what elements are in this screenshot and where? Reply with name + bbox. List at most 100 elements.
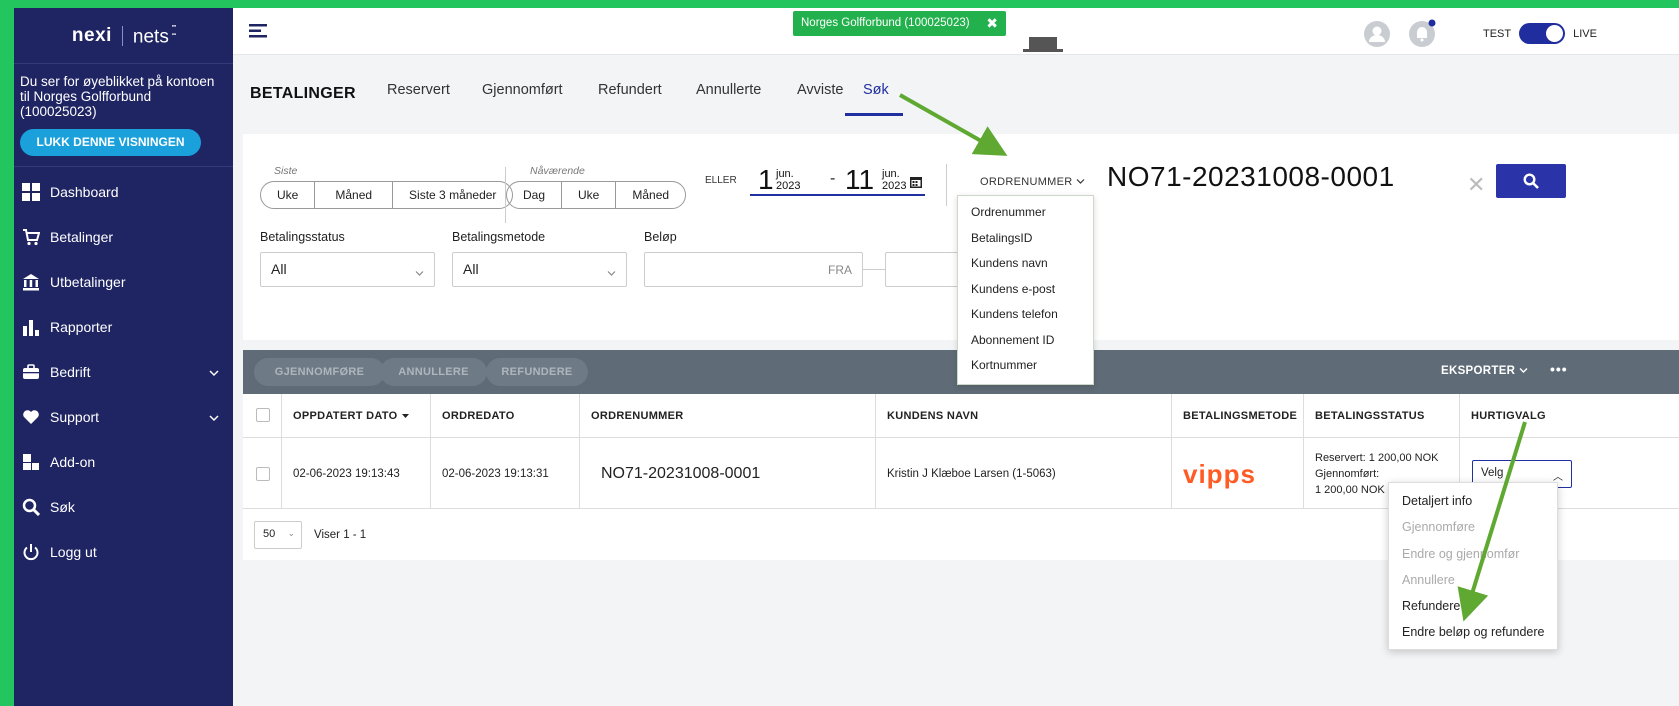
hamburger-menu-icon[interactable] (249, 24, 267, 41)
bell-icon[interactable] (1408, 18, 1438, 51)
cart-icon (20, 227, 42, 247)
menu-item-card-number[interactable]: Kortnummer (958, 355, 1093, 381)
current-day-option[interactable]: Dag (507, 182, 563, 208)
more-options-icon[interactable]: ••• (1550, 361, 1568, 377)
quick-edit-amount-refund[interactable]: Endre beløp og refundere (1389, 619, 1557, 645)
sidebar-item-dashboard[interactable]: Dashboard (14, 169, 233, 214)
cell-order-number[interactable]: NO71-20231008-0001 (601, 439, 760, 509)
bank-icon (20, 272, 42, 292)
page-size-select[interactable]: 50 ⌄ (254, 521, 302, 549)
sidebar-item-addon[interactable]: Add-on (14, 439, 233, 484)
date-range-picker[interactable]: 1 jun. 2023 - 11 jun. 2023 (750, 164, 925, 196)
search-input[interactable]: NO71-20231008-0001 (1107, 161, 1395, 193)
search-field-select[interactable]: ORDRENUMMER (980, 176, 1085, 188)
menu-item-payment-id[interactable]: BetalingsID (958, 228, 1093, 254)
col-updated-date[interactable]: OPPDATERT DATO (293, 394, 410, 438)
row-checkbox[interactable] (256, 439, 270, 509)
env-test-label: TEST (1483, 27, 1512, 40)
close-view-button[interactable]: LUKK DENNE VISNINGEN (20, 129, 201, 156)
chevron-down-icon (415, 264, 424, 280)
menu-item-customer-name[interactable]: Kundens navn (958, 253, 1093, 279)
cell-order-date: 02-06-2023 19:13:31 (442, 468, 549, 480)
date-from-day: 1 (758, 164, 774, 195)
search-button[interactable] (1496, 164, 1566, 198)
method-select[interactable]: All (452, 252, 627, 287)
chevron-down-icon: ⌄ (287, 528, 295, 538)
col-order-number[interactable]: ORDRENUMMER (591, 394, 684, 438)
env-toggle[interactable] (1519, 23, 1566, 44)
cancel-button[interactable]: ANNULLERE (380, 358, 487, 386)
last-3-months-option[interactable]: Siste 3 måneder (393, 182, 512, 208)
tabs-bar: BETALINGER Reservert Gjennomført Refunde… (233, 55, 1679, 127)
sidebar-item-sok[interactable]: Søk (14, 484, 233, 529)
date-to-month: jun. 2023 (882, 168, 907, 192)
col-customer-name[interactable]: KUNDENS NAVN (887, 394, 978, 438)
sidebar-item-bedrift[interactable]: Bedrift (14, 349, 233, 394)
search-icon (20, 497, 42, 517)
status-label: Betalingsstatus (260, 230, 345, 244)
sidebar-item-betalinger[interactable]: Betalinger (14, 214, 233, 259)
tab-reservert[interactable]: Reservert (387, 82, 450, 98)
current-month-option[interactable]: Måned (616, 182, 685, 208)
sidebar-item-label: Betalinger (50, 228, 114, 245)
current-week-option[interactable]: Uke (562, 182, 617, 208)
table-header: OPPDATERT DATO ORDREDATO ORDRENUMMER KUN… (243, 394, 1679, 438)
tab-annullerte[interactable]: Annullerte (696, 82, 761, 98)
close-org-icon[interactable]: ✖ (986, 11, 998, 36)
power-icon (20, 542, 42, 562)
sidebar-item-label: Add-on (50, 453, 96, 470)
sidebar-item-logout[interactable]: Logg ut (14, 529, 233, 574)
amount-from-input[interactable]: FRA (644, 252, 863, 287)
menu-item-customer-email[interactable]: Kundens e-post (958, 279, 1093, 305)
menu-item-order-number[interactable]: Ordrenummer (958, 202, 1093, 228)
environment-switch[interactable]: TEST LIVE (1483, 23, 1597, 44)
capture-button[interactable]: GJENNOMFØRE (254, 358, 385, 386)
org-badge-label: Norges Golfforbund (100025023) (801, 17, 970, 29)
export-button[interactable]: EKSPORTER (1441, 365, 1528, 377)
tab-sok[interactable]: Søk (863, 82, 889, 98)
sidebar-item-label: Dashboard (50, 183, 119, 200)
chevron-down-icon (607, 264, 616, 280)
chevron-up-icon: ︿ (1553, 472, 1563, 483)
pagination: 50 ⌄ Viser 1 - 1 (254, 521, 366, 549)
sidebar-item-rapporter[interactable]: Rapporter (14, 304, 233, 349)
date-separator: - (830, 170, 836, 187)
cell-updated-date: 02-06-2023 19:13:43 (293, 468, 400, 480)
search-field-menu: Ordrenummer BetalingsID Kundens navn Kun… (957, 195, 1094, 385)
sidebar-item-label: Søk (50, 498, 75, 515)
tab-gjennomfort[interactable]: Gjennomført (482, 82, 563, 98)
quick-refund[interactable]: Refundere (1389, 593, 1557, 619)
quick-capture: Gjennomføre (1402, 520, 1475, 535)
calendar-icon[interactable] (910, 176, 922, 191)
tab-avviste[interactable]: Avviste (797, 82, 843, 98)
tab-refundert[interactable]: Refundert (598, 82, 662, 98)
menu-item-customer-phone[interactable]: Kundens telefon (958, 304, 1093, 330)
search-icon (1523, 173, 1539, 189)
refund-button[interactable]: REFUNDERE (486, 358, 588, 386)
last-month-option[interactable]: Måned (315, 182, 394, 208)
active-tab-indicator (845, 113, 903, 116)
clear-search-icon[interactable]: ✕ (1467, 172, 1485, 198)
col-payment-method[interactable]: BETALINGSMETODE (1183, 394, 1297, 438)
sort-desc-icon (401, 414, 409, 418)
quick-detailed-info[interactable]: Detaljert info (1389, 488, 1557, 514)
current-period-label: Nåværende (530, 165, 585, 177)
status-select[interactable]: All (260, 252, 435, 287)
chevron-down-icon (1076, 179, 1085, 184)
col-payment-status[interactable]: BETALINGSSTATUS (1315, 394, 1425, 438)
or-label: ELLER (705, 175, 737, 186)
search-divider (946, 164, 947, 206)
addon-icon (20, 452, 42, 472)
page-title: BETALINGER (250, 85, 356, 102)
last-week-option[interactable]: Uke (261, 182, 316, 208)
logo-nets: nets ⁚⁚ (132, 22, 177, 48)
user-avatar-icon[interactable] (1363, 20, 1391, 51)
sidebar-item-utbetalinger[interactable]: Utbetalinger (14, 259, 233, 304)
chevron-down-icon (1519, 368, 1528, 373)
laptop-icon (1023, 37, 1063, 56)
quick-actions-menu: Detaljert info Gjennomføre Endre og gjen… (1388, 482, 1558, 650)
col-order-date[interactable]: ORDREDATO (442, 394, 515, 438)
select-all-checkbox[interactable] (256, 408, 270, 422)
menu-item-subscription-id[interactable]: Abonnement ID (958, 330, 1093, 356)
sidebar-item-support[interactable]: Support (14, 394, 233, 439)
